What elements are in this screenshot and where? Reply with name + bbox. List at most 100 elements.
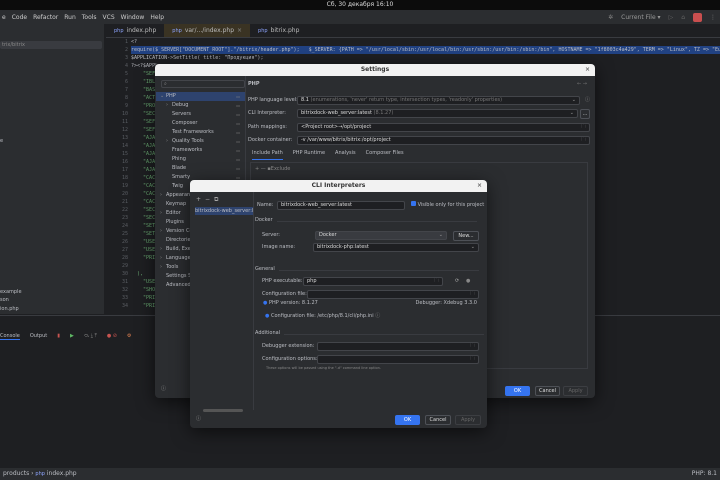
interpreter-list-item[interactable]: bitrixdock-web_server:latest	[195, 207, 253, 215]
stop-icon[interactable]	[693, 12, 702, 22]
chevron-right-icon[interactable]: ›	[160, 263, 162, 272]
list-scrollbar[interactable]	[203, 409, 243, 412]
folder-icon[interactable]: 🗀	[470, 356, 475, 363]
exclude-button[interactable]: ▪Exclude	[267, 166, 290, 172]
configuration-options-field[interactable]: 🗀	[317, 355, 479, 364]
apply-button[interactable]: Apply	[455, 415, 481, 425]
language-level-select[interactable]: 8.1 (enumerations, 'never' return type, …	[297, 96, 580, 105]
new-server-button[interactable]: New...	[453, 231, 479, 241]
copy-icon[interactable]: ⧉	[214, 196, 218, 204]
tab-include-path[interactable]: Include Path	[252, 150, 283, 160]
tab-php-runtime[interactable]: PHP Runtime	[293, 150, 325, 160]
remove-icon[interactable]: −	[205, 196, 210, 204]
settings-tree-item[interactable]: Frameworks ▭	[156, 146, 246, 155]
project-item[interactable]: e	[0, 138, 3, 144]
tab-var-index[interactable]: php var/.../index.php ×	[164, 24, 251, 37]
image-name-select[interactable]: bitrixdock-php:latest ⌄	[313, 243, 479, 252]
chevron-right-icon[interactable]: ›	[166, 101, 168, 110]
menu-tools[interactable]: Tools	[82, 14, 97, 21]
cli-more-button[interactable]: …	[580, 109, 590, 119]
chevron-right-icon[interactable]: ›	[160, 209, 162, 218]
chevron-right-icon[interactable]: ›	[166, 137, 168, 146]
close-icon[interactable]: ×	[477, 180, 482, 192]
server-select[interactable]: Docker ⌄	[315, 231, 447, 240]
settings-tree-item[interactable]: Blade ▭	[156, 164, 246, 173]
line-number: 32	[121, 287, 128, 293]
close-icon[interactable]: ×	[237, 24, 242, 37]
settings-tree-item[interactable]: Servers ▭	[156, 110, 246, 119]
menu-run[interactable]: Run	[64, 14, 76, 21]
project-search[interactable]: trix/bitrix	[0, 41, 102, 49]
step-over-icon[interactable]: ⤼ ⤓ ⤒	[84, 333, 97, 340]
settings-tree-item[interactable]: › Quality Tools ▭	[156, 137, 246, 146]
stop-icon[interactable]: ▮	[57, 333, 60, 340]
debug-run-icon[interactable]: ⌂	[681, 14, 685, 21]
tab-analysis[interactable]: Analysis	[335, 150, 356, 160]
chevron-right-icon[interactable]: ›	[160, 245, 162, 254]
run-icon[interactable]: ▷	[669, 14, 674, 21]
info-icon[interactable]: ⓘ	[585, 96, 590, 105]
project-item[interactable]: son	[0, 297, 9, 303]
chevron-right-icon[interactable]: ›	[160, 191, 162, 200]
settings-search[interactable]: ⌕	[161, 80, 245, 88]
tab-output[interactable]: Output	[30, 333, 47, 340]
chevron-down-icon[interactable]: ⌄	[160, 92, 164, 101]
folder-icon[interactable]: 🗀	[470, 291, 475, 298]
menu-code[interactable]: Code	[12, 14, 27, 21]
settings-tree-item[interactable]: Test Frameworks ▭	[156, 128, 246, 137]
settings-tree-item[interactable]: › Debug ▭	[156, 101, 246, 110]
tab-composer-files[interactable]: Composer Files	[366, 150, 404, 160]
menu-vcs[interactable]: VCS	[103, 14, 115, 21]
configuration-file-field[interactable]: 🗀	[307, 290, 479, 299]
nav-arrows[interactable]: ← →	[577, 80, 587, 89]
cancel-button[interactable]: Cancel	[535, 386, 560, 396]
project-item[interactable]: example	[0, 289, 22, 295]
name-field[interactable]: bitrixdock-web_server:latest	[277, 201, 405, 210]
php-level-indicator[interactable]: PHP: 8.1	[692, 468, 717, 480]
settings-tree-item[interactable]: ⌄ PHP ▭	[156, 92, 246, 101]
help-icon[interactable]: ⓘ	[196, 415, 201, 424]
cli-interpreter-select[interactable]: bitrixdock-web_server:latest (8.1.27) ⌄	[297, 109, 578, 118]
settings-icon[interactable]: ⚙	[127, 333, 131, 340]
path-mappings-field[interactable]: <Project root>→/opt/project 🗀	[297, 123, 590, 132]
folder-icon[interactable]: 🗀	[581, 137, 586, 144]
help-icon[interactable]: ⓘ	[161, 385, 166, 394]
php-executable-field[interactable]: php 🗀	[303, 277, 443, 286]
chevron-right-icon[interactable]: ›	[160, 227, 162, 236]
add-icon[interactable]: +	[196, 196, 201, 204]
debugger-extension-label: Debugger extension:	[262, 343, 315, 349]
menu-refactor[interactable]: Refactor	[33, 14, 58, 21]
resume-icon[interactable]: ▶	[70, 333, 74, 340]
add-icon[interactable]: +	[255, 166, 259, 172]
cancel-button[interactable]: Cancel	[425, 415, 451, 425]
folder-icon[interactable]: 🗀	[581, 124, 586, 131]
apply-button[interactable]: Apply	[563, 386, 588, 396]
debug-icon[interactable]: ✲	[608, 14, 613, 21]
ok-button[interactable]: OK	[395, 415, 420, 425]
tab-bitrix[interactable]: php bitrix.php	[250, 24, 307, 37]
settings-tree-item[interactable]: Composer ▭	[156, 119, 246, 128]
run-config-select[interactable]: Current File ▾	[621, 14, 660, 21]
menu-help[interactable]: Help	[150, 14, 164, 21]
menu-item[interactable]: e	[2, 14, 6, 21]
menu-window[interactable]: Window	[121, 14, 145, 21]
chevron-right-icon[interactable]: ›	[160, 254, 162, 263]
debugger-extension-field[interactable]: 🗀	[317, 342, 479, 351]
breakpoint-icon[interactable]: ● ⊘	[107, 333, 117, 340]
tab-index[interactable]: php index.php	[106, 24, 164, 37]
tab-console[interactable]: Console	[0, 333, 20, 340]
visible-checkbox[interactable]: Visible only for this project	[411, 201, 484, 210]
folder-icon[interactable]: 🗀	[434, 278, 439, 285]
breadcrumb[interactable]: products › php index.php	[3, 468, 77, 480]
settings-tree-item[interactable]: Phing ▭	[156, 155, 246, 164]
reload-icon[interactable]: ⟳	[455, 277, 459, 286]
clock[interactable]: Сб, 30 декабря 16:10	[327, 1, 394, 8]
folder-icon[interactable]: 🗀	[470, 343, 475, 350]
editor-tabs: php index.php php var/.../index.php × php bi…	[106, 24, 720, 38]
ok-button[interactable]: OK	[505, 386, 530, 396]
help-icon[interactable]: ⓘ	[375, 313, 380, 319]
docker-container-field[interactable]: -v /var/www/bitrix/bitrix:/opt/project 🗀	[297, 136, 590, 145]
more-icon[interactable]: ⋮	[710, 14, 716, 21]
project-item[interactable]: ion.php	[0, 306, 19, 312]
close-icon[interactable]: ×	[585, 64, 590, 76]
